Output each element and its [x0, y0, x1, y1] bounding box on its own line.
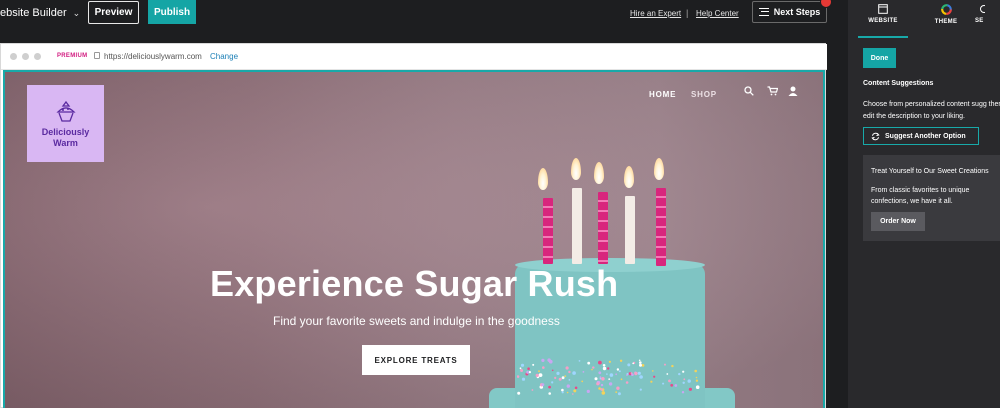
suggestion-card[interactable]: Treat Yourself to Our Sweet Creations Fr…: [863, 155, 1000, 241]
editor-side-panel: WEBSITE THEME SE Done Content Suggestion…: [848, 0, 1000, 408]
flame-icon: [654, 158, 664, 180]
lock-icon: [94, 52, 100, 59]
tab-theme[interactable]: THEME: [921, 4, 971, 38]
nav-home[interactable]: HOME: [649, 90, 676, 99]
top-bar: ebsite Builder ⌄ Preview Publish Hire an…: [0, 0, 848, 28]
next-steps-label: Next Steps: [773, 7, 821, 17]
logo-text: Deliciously Warm: [42, 127, 90, 149]
suggest-label: Suggest Another Option: [885, 132, 966, 140]
cupcake-logo-icon: [55, 100, 76, 122]
window-dot-icon: [10, 53, 17, 60]
settings-icon: [980, 5, 985, 13]
flame-icon: [571, 158, 581, 180]
content-suggestions-title: Content Suggestions: [863, 80, 934, 87]
website-builder-menu[interactable]: ebsite Builder ⌄: [0, 7, 80, 19]
site-url: https://deliciouslywarm.com: [104, 52, 202, 61]
flame-icon: [594, 162, 604, 184]
notification-badge: [820, 0, 832, 8]
candle-pink: [656, 188, 666, 266]
done-button[interactable]: Done: [863, 48, 896, 68]
site-preview-frame: PREMIUM https://deliciouslywarm.com Chan…: [0, 43, 827, 408]
change-domain-link[interactable]: Change: [210, 52, 238, 61]
tab-settings[interactable]: SE: [975, 4, 1000, 38]
suggestion-body: From classic favorites to unique confect…: [871, 187, 970, 205]
tab-settings-label: SE: [975, 18, 984, 24]
cart-icon[interactable]: [767, 86, 778, 96]
suggestion-title: Treat Yourself to Our Sweet Creations: [871, 168, 989, 175]
chevron-down-icon: ⌄: [72, 7, 81, 18]
candle-white: [625, 196, 635, 264]
site-logo[interactable]: Deliciously Warm: [27, 85, 104, 162]
order-now-button[interactable]: Order Now: [871, 212, 925, 231]
logo-line-2: Warm: [53, 137, 78, 148]
tab-website[interactable]: WEBSITE: [858, 4, 908, 38]
explore-treats-button[interactable]: EXPLORE TREATS: [362, 345, 470, 375]
refresh-icon: [871, 132, 880, 140]
editor-root: ebsite Builder ⌄ Preview Publish Hire an…: [0, 0, 1000, 408]
browser-url-bar: PREMIUM https://deliciouslywarm.com Chan…: [1, 44, 827, 70]
link-separator: |: [686, 8, 689, 18]
preview-button[interactable]: Preview: [88, 1, 139, 24]
flame-icon: [624, 166, 634, 188]
candle-white: [572, 188, 582, 264]
hero-subheadline: Find your favorite sweets and indulge in…: [273, 314, 560, 328]
sprinkles-decoration: [517, 358, 700, 396]
window-dot-icon: [22, 53, 29, 60]
tab-theme-label: THEME: [934, 19, 958, 25]
window-dot-icon: [34, 53, 41, 60]
account-icon[interactable]: [788, 86, 798, 96]
hero-section[interactable]: Deliciously Warm HOME SHOP Experience Su…: [3, 70, 825, 408]
candle-pink: [598, 192, 608, 264]
logo-line-1: Deliciously: [41, 126, 90, 137]
premium-badge: PREMIUM: [57, 53, 88, 59]
hero-headline: Experience Sugar Rush: [210, 263, 619, 304]
color-wheel-icon: [940, 4, 952, 15]
list-icon: [758, 8, 769, 16]
help-center-link[interactable]: Help Center: [696, 9, 739, 18]
brand-label: ebsite Builder: [0, 7, 67, 19]
next-steps-button[interactable]: Next Steps: [752, 1, 827, 23]
suggest-another-option-button[interactable]: Suggest Another Option: [863, 127, 979, 145]
content-suggestions-description: Choose from personalized content sugg th…: [863, 101, 1000, 120]
browser-window-icon: [878, 4, 888, 14]
hire-expert-link[interactable]: Hire an Expert: [630, 9, 681, 18]
candle-pink: [543, 198, 553, 264]
flame-icon: [538, 168, 548, 190]
tab-website-label: WEBSITE: [868, 18, 898, 24]
nav-shop[interactable]: SHOP: [691, 90, 717, 99]
search-icon[interactable]: [744, 86, 754, 96]
publish-button[interactable]: Publish: [148, 0, 196, 24]
